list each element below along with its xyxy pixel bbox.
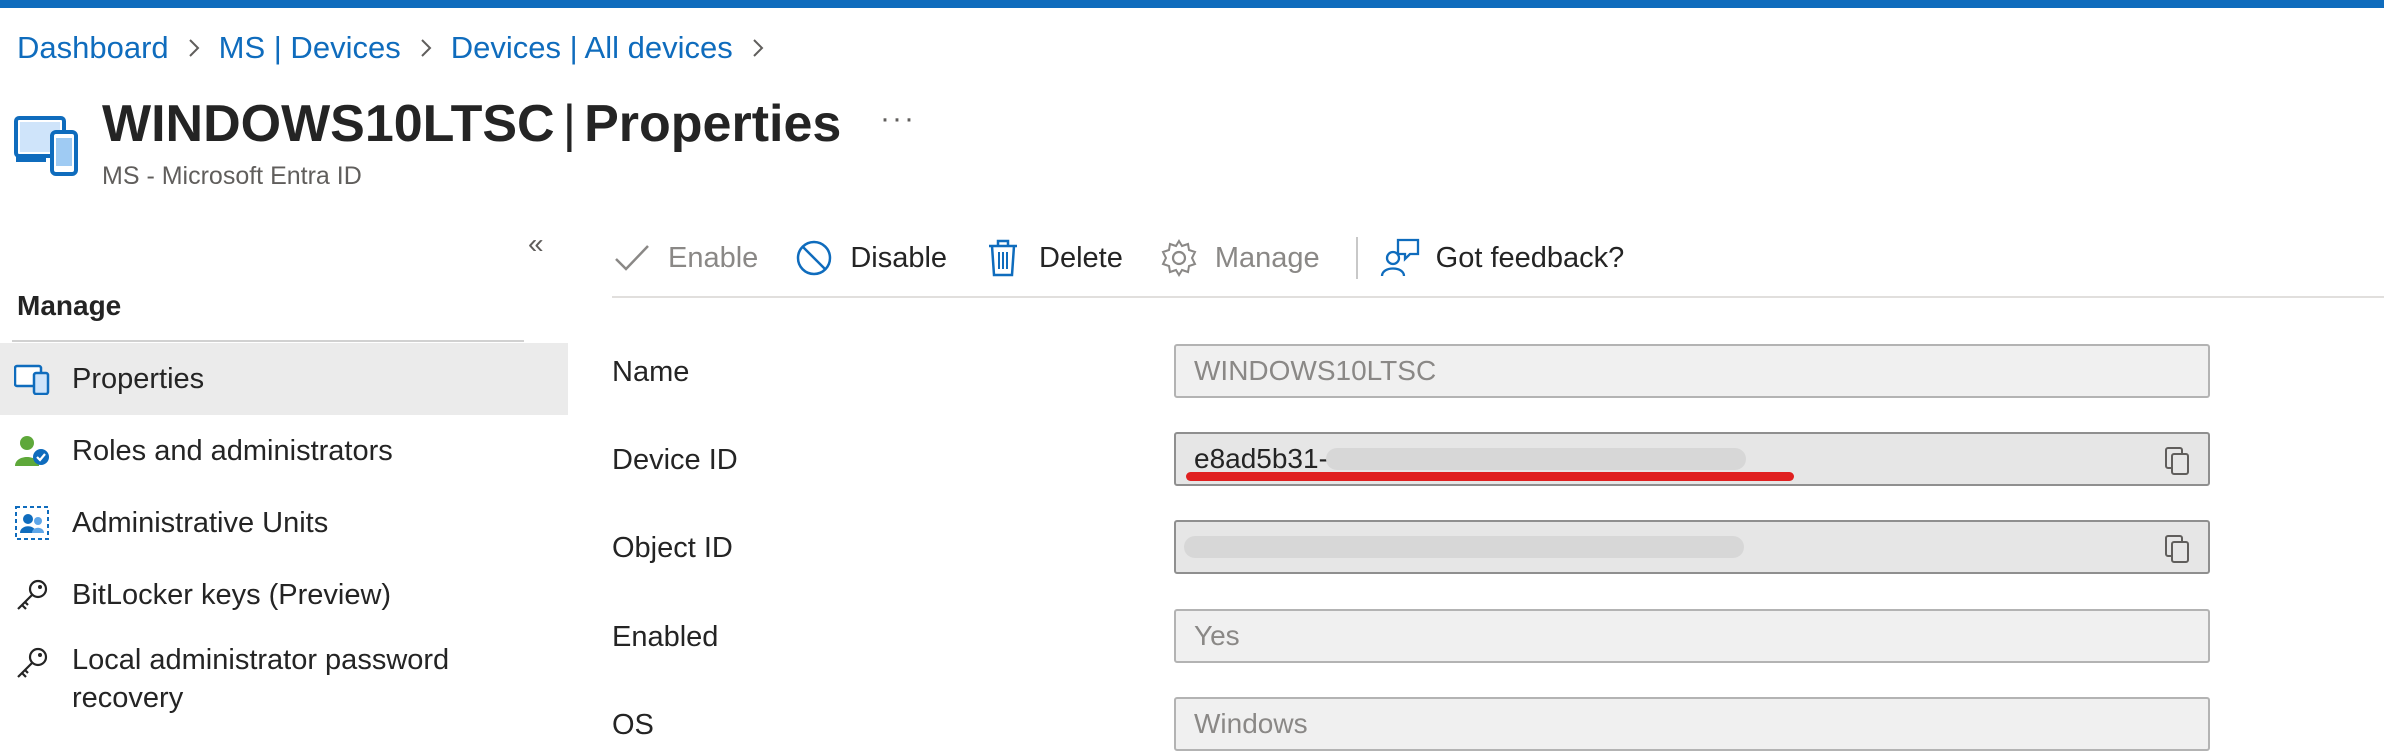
- block-icon: [794, 238, 834, 278]
- chevron-right-icon: [751, 37, 765, 59]
- admin-units-icon: [14, 505, 50, 541]
- key-icon: [14, 645, 50, 681]
- disable-label: Disable: [850, 241, 948, 274]
- enable-label: Enable: [668, 241, 759, 274]
- sidebar-item-roles-and-administrators[interactable]: Roles and administrators: [0, 415, 568, 487]
- chevron-right-icon: [419, 37, 433, 59]
- enabled-field[interactable]: Yes: [1174, 609, 2210, 663]
- breadcrumb-ms-devices[interactable]: MS | Devices: [219, 30, 401, 66]
- toolbar-separator: [1355, 237, 1358, 279]
- device-id-label: Device ID: [612, 444, 738, 476]
- object-id-label: Object ID: [612, 532, 733, 564]
- property-row-device-id: Device ID e8ad5b31-: [612, 432, 2212, 488]
- sidebar-item-local-admin-password-recovery[interactable]: Local administrator password recovery: [0, 631, 568, 727]
- toolbar-divider: [612, 296, 2384, 298]
- sidebar-divider: [12, 340, 524, 342]
- name-label: Name: [612, 356, 690, 388]
- device-icon: [14, 361, 50, 397]
- feedback-button[interactable]: Got feedback?: [1380, 238, 1625, 278]
- feedback-label: Got feedback?: [1435, 241, 1625, 274]
- page-subtitle: MS - Microsoft Entra ID: [102, 162, 362, 190]
- object-id-field[interactable]: [1174, 520, 2210, 574]
- redaction-blur: [1326, 448, 1746, 470]
- breadcrumb: Dashboard MS | Devices Devices | All dev…: [17, 28, 783, 68]
- checkmark-icon: [612, 238, 652, 278]
- user-roles-icon: [14, 433, 50, 469]
- device-id-field[interactable]: e8ad5b31-: [1174, 432, 2210, 486]
- device-icon: [14, 114, 80, 176]
- more-options-button[interactable]: ···: [880, 102, 916, 136]
- sidebar-item-label: Properties: [72, 363, 205, 395]
- sidebar-item-label: Local administrator password recovery: [72, 644, 450, 714]
- enabled-value: Yes: [1194, 620, 1240, 651]
- manage-button[interactable]: Manage: [1159, 238, 1320, 278]
- manage-label: Manage: [1214, 241, 1320, 274]
- title-separator: |: [562, 95, 577, 153]
- page-section-title: Properties: [584, 95, 842, 153]
- sidebar-item-label: Administrative Units: [72, 507, 329, 539]
- gear-icon: [1159, 238, 1199, 278]
- top-accent-bar: [0, 0, 2384, 8]
- device-name-title: WINDOWS10LTSC: [102, 95, 555, 153]
- property-row-object-id: Object ID: [612, 520, 2212, 576]
- trash-icon: [983, 238, 1023, 278]
- device-id-value: e8ad5b31-: [1194, 443, 1328, 474]
- redaction-blur: [1184, 536, 1744, 558]
- enabled-label: Enabled: [612, 621, 719, 653]
- name-value: WINDOWS10LTSC: [1194, 355, 1437, 386]
- enable-button[interactable]: Enable: [612, 238, 758, 278]
- redaction-underline: [1186, 472, 1794, 481]
- page-title: WINDOWS10LTSC | Properties: [102, 92, 841, 156]
- sidebar-item-bitlocker-keys[interactable]: BitLocker keys (Preview): [0, 559, 568, 631]
- property-row-enabled: Enabled Yes: [612, 609, 2212, 665]
- os-field[interactable]: Windows: [1174, 697, 2210, 751]
- delete-label: Delete: [1039, 241, 1123, 274]
- command-bar: Enable Disable Delete Manage Got feedbac…: [612, 228, 1660, 288]
- property-row-os: OS Windows: [612, 697, 2212, 753]
- name-field[interactable]: WINDOWS10LTSC: [1174, 344, 2210, 398]
- sidebar-item-administrative-units[interactable]: Administrative Units: [0, 487, 568, 559]
- sidebar-item-properties[interactable]: Properties: [0, 343, 568, 415]
- copy-icon[interactable]: [2160, 532, 2194, 566]
- delete-button[interactable]: Delete: [983, 238, 1123, 278]
- copy-icon[interactable]: [2160, 444, 2194, 478]
- sidebar-item-label: Roles and administrators: [72, 435, 393, 467]
- property-row-name: Name WINDOWS10LTSC: [612, 344, 2212, 400]
- chevron-right-icon: [187, 37, 201, 59]
- sidebar-nav: Properties Roles and administrators Admi…: [0, 343, 568, 727]
- sidebar-item-label: BitLocker keys (Preview): [72, 579, 392, 611]
- breadcrumb-all-devices[interactable]: Devices | All devices: [451, 30, 733, 66]
- key-icon: [14, 577, 50, 613]
- sidebar-section-heading: Manage: [17, 290, 122, 321]
- disable-button[interactable]: Disable: [794, 238, 947, 278]
- os-value: Windows: [1194, 708, 1308, 739]
- os-label: OS: [612, 709, 654, 741]
- collapse-sidebar-button[interactable]: «: [528, 228, 544, 260]
- breadcrumb-dashboard[interactable]: Dashboard: [17, 30, 169, 66]
- feedback-icon: [1380, 238, 1420, 278]
